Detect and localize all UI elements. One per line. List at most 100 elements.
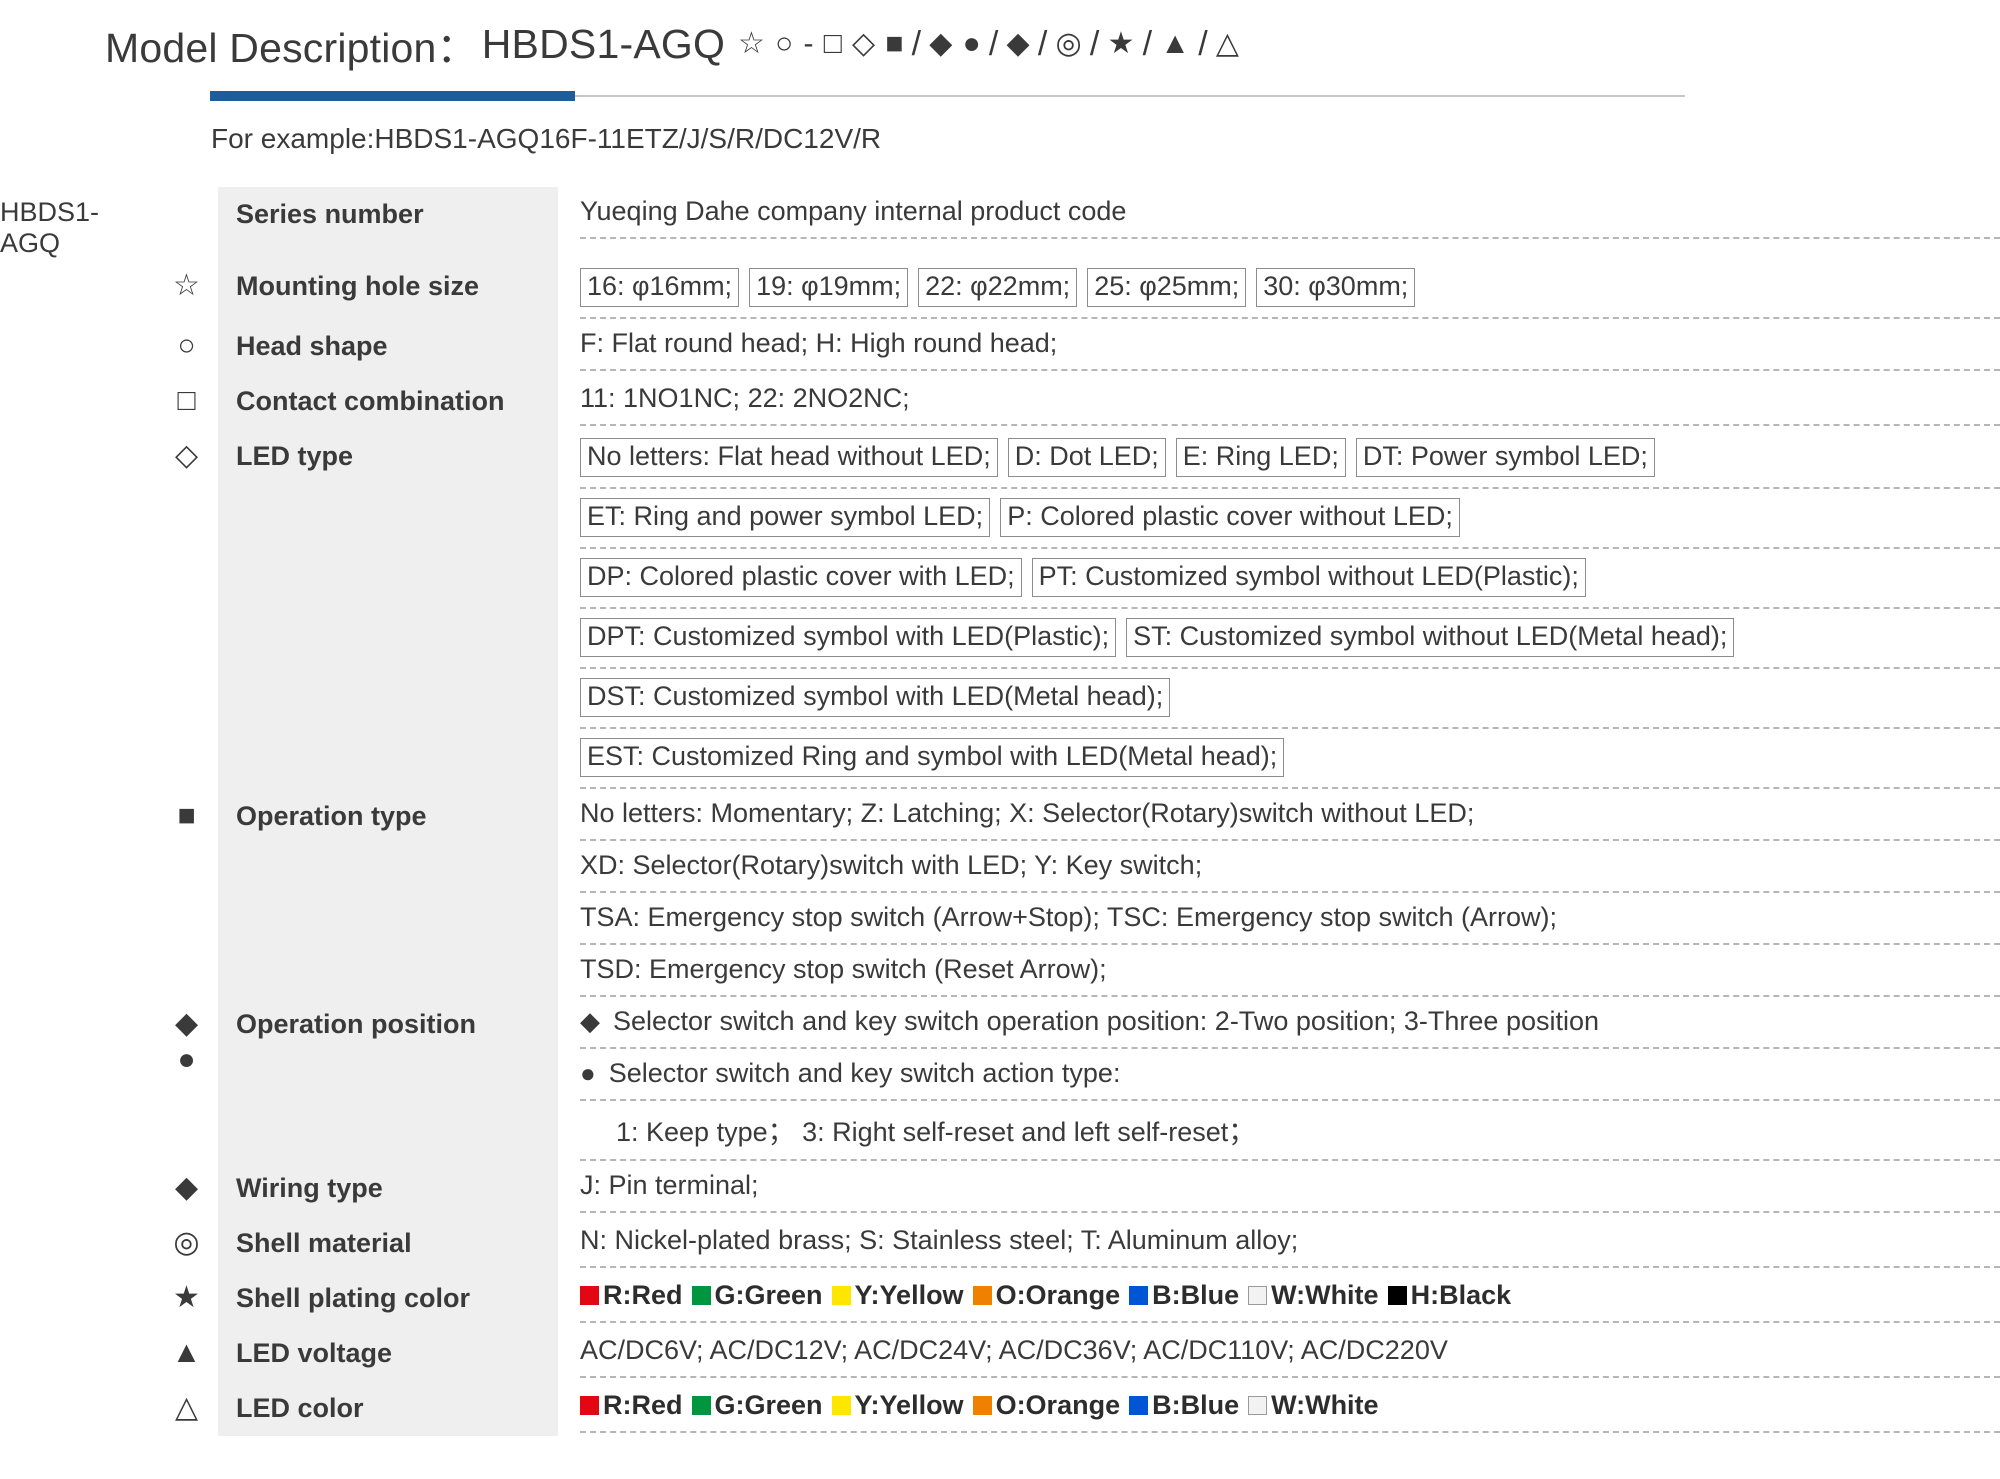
row-label: LED voltage [218, 1326, 558, 1382]
color-swatch-item: G:Green [691, 1390, 823, 1421]
color-chip [691, 1286, 711, 1306]
diamond-filled-icon: ◆ [580, 1006, 600, 1037]
option-chip: D: Dot LED; [1007, 438, 1166, 478]
color-label: H:Black [1410, 1280, 1512, 1311]
option-chip: 30: φ30mm; [1256, 268, 1416, 308]
title-underline [210, 91, 1685, 101]
color-chip [691, 1396, 711, 1416]
code-spacer [0, 429, 155, 789]
color-label: O:Orange [995, 1390, 1121, 1421]
option-chip: DT: Power symbol LED; [1355, 438, 1655, 478]
color-chip [1129, 1396, 1149, 1416]
square-filled-icon: ■ [177, 799, 196, 833]
circle-outline-icon: ○ [177, 329, 196, 363]
color-label: R:Red [603, 1390, 683, 1421]
diamond-filled-icon: ◆ [174, 1007, 199, 1041]
star-outline-icon: ☆ [173, 269, 200, 302]
color-chip [972, 1286, 992, 1306]
color-swatch-item: H:Black [1387, 1280, 1512, 1311]
row-content: Yueqing Dahe company internal product co… [558, 187, 2000, 259]
row-content: 11: 1NO1NC; 22: 2NO2NC; [558, 374, 2000, 429]
series-code-label: HBDS1-AGQ [0, 197, 100, 258]
row-symbol-cell: ☆ [155, 259, 218, 319]
option-text: TSA: Emergency stop switch (Arrow+Stop);… [580, 902, 1558, 933]
option-chip: EST: Customized Ring and symbol with LED… [580, 738, 1285, 778]
table-row: □ Contact combination 11: 1NO1NC; 22: 2NO2… [0, 374, 2000, 430]
triangle-filled-icon: ▲ [1160, 27, 1191, 60]
row-symbol-cell: ◆ [155, 1161, 218, 1216]
table-row: ◆ Wiring type J: Pin terminal; [0, 1161, 2000, 1217]
color-swatch-item: Y:Yellow [831, 1280, 964, 1311]
color-label: Y:Yellow [854, 1390, 964, 1421]
row-content: R:Red G:Green Y:Yellow O:Orange B:Blue W:Whit… [558, 1271, 2000, 1326]
circle-filled-icon: ● [580, 1058, 596, 1089]
slash-separator: / [1089, 24, 1100, 63]
row-content: J: Pin terminal; [558, 1161, 2000, 1216]
diamond-filled-icon: ◆ [174, 1171, 199, 1205]
option-chip: 25: φ25mm; [1087, 268, 1247, 308]
code-spacer [0, 374, 155, 429]
table-row: ☆ Mounting hole size 16: φ16mm; 19: φ19mm; 2… [0, 259, 2000, 320]
page-title: Model Description： HBDS1-AGQ ☆ ○ - □ ◇ ■ / ◆ ● / ◆… [105, 14, 2000, 74]
color-label: B:Blue [1152, 1280, 1240, 1311]
star-filled-icon: ★ [1107, 27, 1135, 60]
option-text: Selector switch and key switch operation… [613, 1006, 1600, 1037]
table-row: ◎ Shell material N: Nickel-plated brass; S… [0, 1216, 2000, 1272]
double-circle-icon: ◎ [173, 1226, 200, 1260]
content-line: F: Flat round head; H: High round head; [580, 319, 2000, 372]
double-circle-icon: ◎ [1055, 27, 1082, 60]
row-symbol-cell: ○ [155, 319, 218, 374]
star-filled-icon: ★ [173, 1281, 200, 1315]
option-chip: 19: φ19mm; [749, 268, 909, 308]
content-line: 1: Keep type； 3: Right self-reset and le… [580, 1101, 2000, 1162]
diamond-filled-icon: ◆ [929, 27, 953, 60]
color-chip [831, 1396, 851, 1416]
color-chip [831, 1286, 851, 1306]
option-chip: DPT: Customized symbol with LED(Plastic)… [580, 618, 1117, 658]
option-text: XD: Selector(Rotary)switch with LED; Y: … [580, 850, 1203, 881]
row-label: LED type [218, 429, 558, 790]
triangle-outline-icon: △ [1215, 27, 1240, 60]
option-chip: PT: Customized symbol without LED(Plasti… [1031, 558, 1586, 598]
row-label: LED color [218, 1381, 558, 1437]
row-symbol-cell: ◆ ● [155, 997, 218, 1161]
table-row: ◇ LED type No letters: Flat head without L… [0, 429, 2000, 790]
row-label: Head shape [218, 319, 558, 375]
color-chip [1129, 1286, 1149, 1306]
option-chip: DST: Customized symbol with LED(Metal he… [580, 678, 1171, 718]
table-row: ★ Shell plating color R:Red G:Green Y:Yellow… [0, 1271, 2000, 1327]
model-code-table: HBDS1-AGQ Series number Yueqing Dahe compa… [0, 187, 2000, 1437]
row-content: AC/DC6V; AC/DC12V; AC/DC24V; AC/DC36V; A… [558, 1326, 2000, 1381]
color-chip [580, 1286, 599, 1306]
row-content: N: Nickel-plated brass; S: Stainless ste… [558, 1216, 2000, 1271]
color-swatch-item: W:White [1248, 1280, 1379, 1311]
row-label: Operation position [218, 997, 558, 1162]
content-line: ● Selector switch and key switch action t… [580, 1049, 2000, 1102]
row-symbol-cell [155, 187, 218, 259]
slash-separator: / [911, 24, 922, 63]
diamond-filled-icon: ◆ [1006, 27, 1030, 60]
content-line: TSA: Emergency stop switch (Arrow+Stop);… [580, 893, 2000, 946]
code-spacer [0, 1326, 155, 1381]
content-line: R:Red G:Green Y:Yellow O:Orange B:Blue W:Whit… [580, 1381, 2000, 1434]
option-text: 11: 1NO1NC; 22: 2NO2NC; [580, 383, 910, 414]
code-spacer [0, 259, 155, 319]
code-spacer [0, 1216, 155, 1271]
color-swatch-item: O:Orange [972, 1390, 1121, 1421]
color-label: G:Green [714, 1390, 823, 1421]
option-text: AC/DC6V; AC/DC12V; AC/DC24V; AC/DC36V; A… [580, 1335, 1448, 1366]
option-text: Selector switch and key switch action ty… [608, 1058, 1121, 1089]
table-row: HBDS1-AGQ Series number Yueqing Dahe compa… [0, 187, 2000, 259]
content-line: 11: 1NO1NC; 22: 2NO2NC; [580, 374, 2000, 427]
content-line: DPT: Customized symbol with LED(Plastic)… [580, 609, 2000, 670]
color-swatch-item: O:Orange [972, 1280, 1120, 1311]
slash-separator: / [1037, 24, 1048, 63]
content-line: No letters: Momentary; Z: Latching; X: S… [580, 789, 2000, 842]
row-content: R:Red G:Green Y:Yellow O:Orange B:Blue W:Whit… [558, 1381, 2000, 1436]
color-swatch-list: R:Red G:Green Y:Yellow O:Orange B:Blue W:Whit… [580, 1280, 1511, 1311]
row-label: Operation type [218, 789, 558, 998]
option-text: N: Nickel-plated brass; S: Stainless ste… [580, 1225, 1299, 1256]
color-swatch-item: G:Green [691, 1280, 823, 1311]
table-row: △ LED color R:Red G:Green Y:Yellow O:Orange B:… [0, 1381, 2000, 1437]
code-spacer [0, 789, 155, 997]
